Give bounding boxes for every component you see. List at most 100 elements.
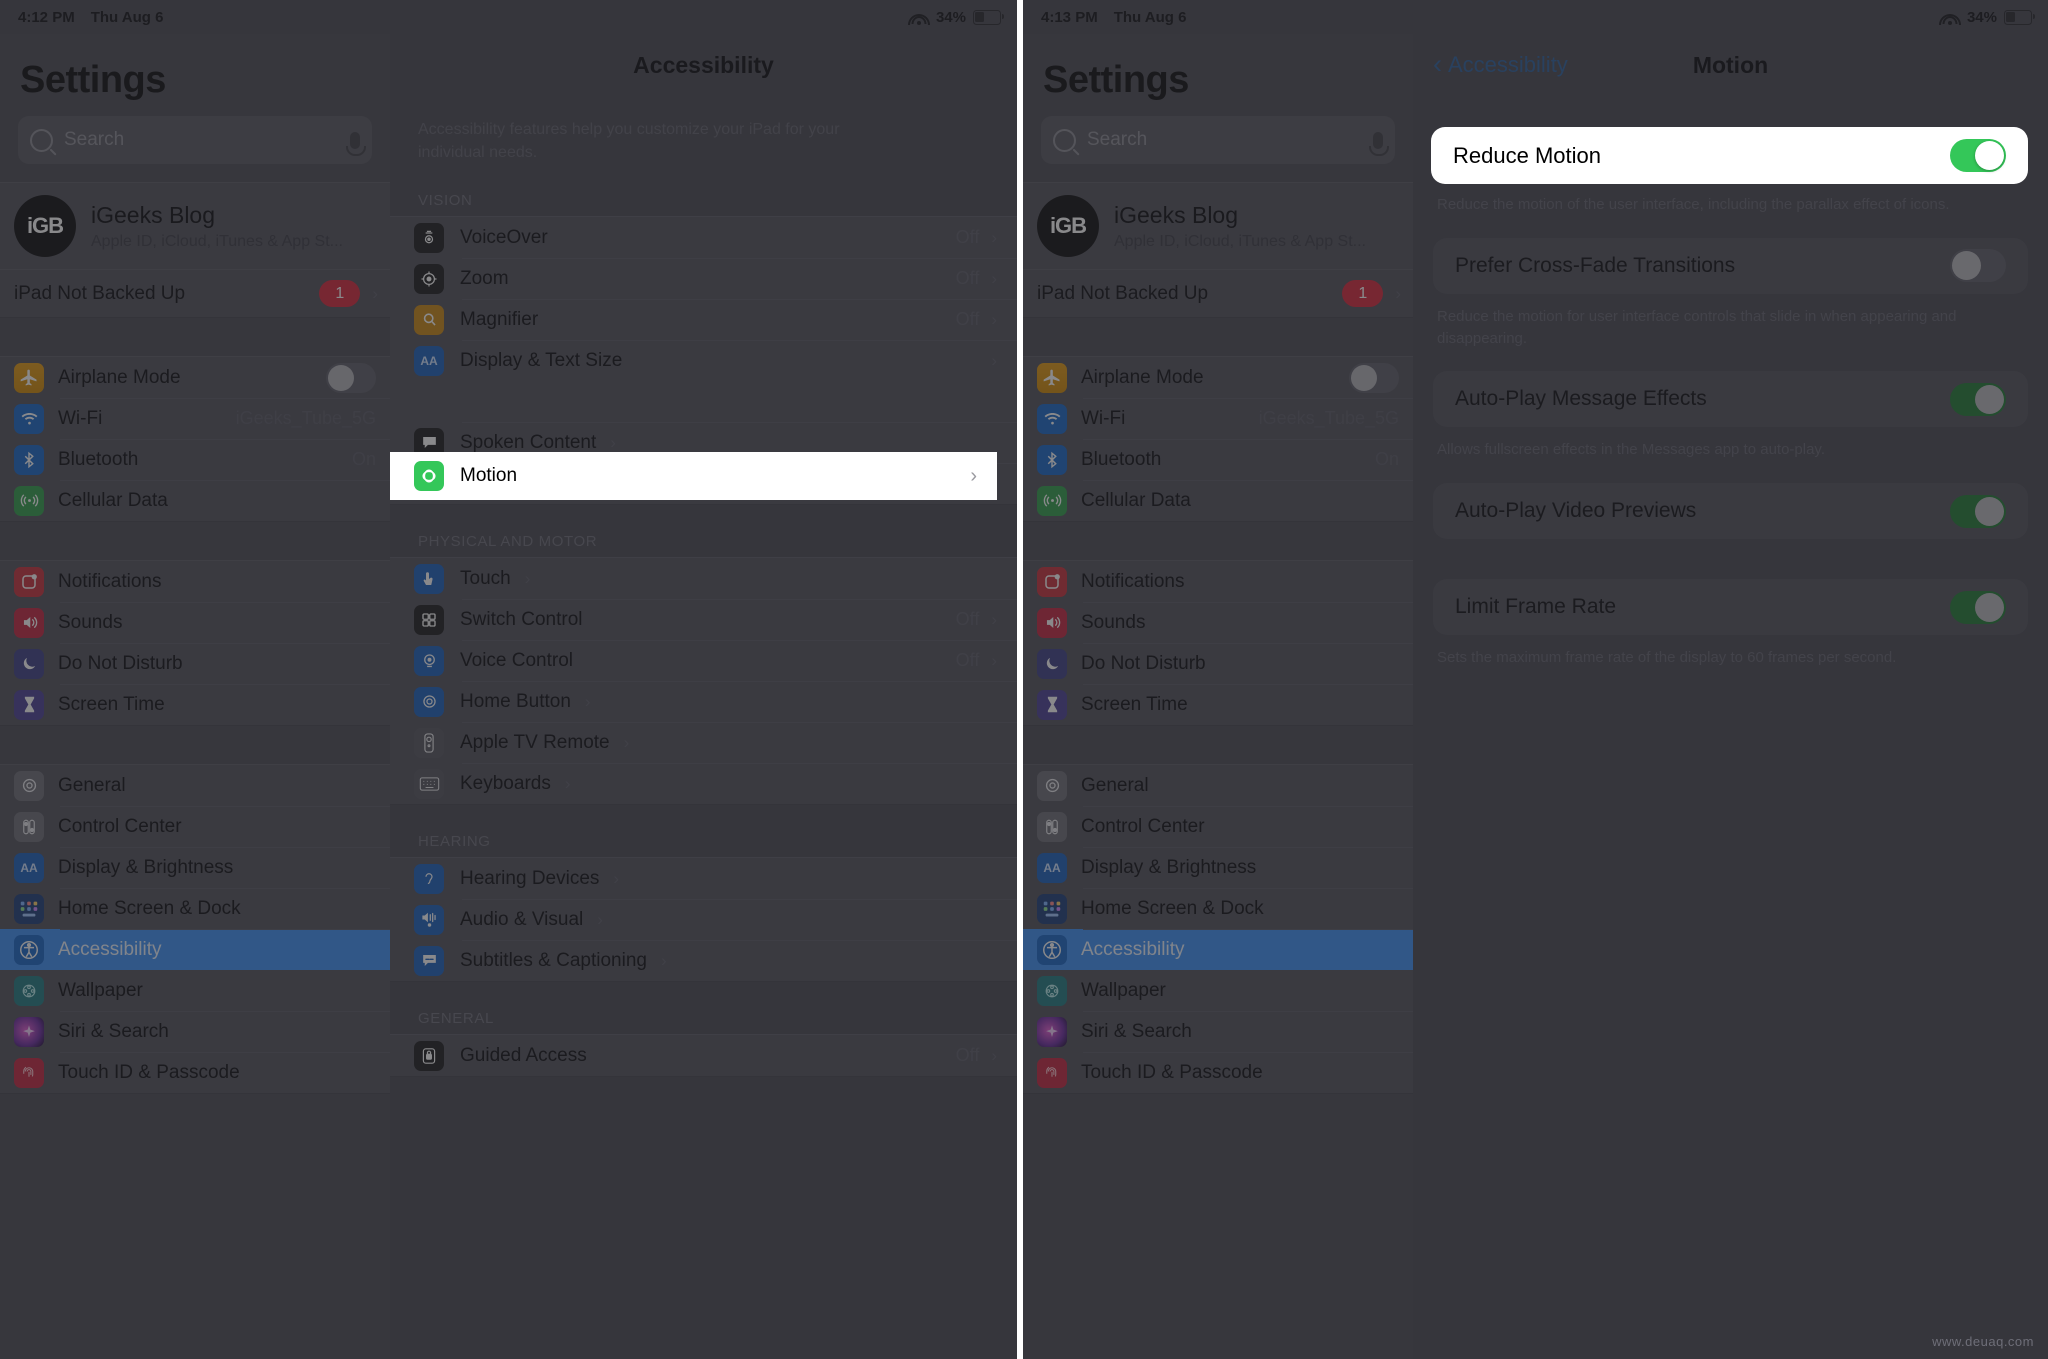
sidebar-item-home-screen-dock[interactable]: Home Screen & Dock xyxy=(0,888,390,929)
highlighted-row-motion[interactable]: Motion › xyxy=(390,452,997,500)
row-touch[interactable]: Touch › xyxy=(390,558,1017,599)
status-bar-right: 4:13 PM Thu Aug 6 34% xyxy=(1023,0,2048,34)
sidebar-item-label: Bluetooth xyxy=(58,448,139,470)
sidebar-item-display-brightness[interactable]: AA Display & Brightness xyxy=(1023,847,1413,888)
row-zoom[interactable]: Zoom Off › xyxy=(390,258,1017,299)
sidebar-item-label: Notifications xyxy=(58,570,162,592)
sidebar-item-do-not-disturb[interactable]: Do Not Disturb xyxy=(0,643,390,684)
sidebar-item-accessibility[interactable]: Accessibility xyxy=(0,929,390,970)
row-switch-control[interactable]: Switch Control Off › xyxy=(390,599,1017,640)
sidebar-item-sounds[interactable]: Sounds xyxy=(0,602,390,643)
sidebar-item-general[interactable]: General xyxy=(0,765,390,806)
sidebar-item-screen-time[interactable]: Screen Time xyxy=(0,684,390,725)
sidebar-item-control-center[interactable]: Control Center xyxy=(0,806,390,847)
sidebar-item-cellular-data[interactable]: Cellular Data xyxy=(1023,480,1413,521)
row-keyboards[interactable]: Keyboards › xyxy=(390,763,1017,804)
sidebar-item-wifi[interactable]: Wi-Fi iGeeks_Tube_5G xyxy=(1023,398,1413,439)
sidebar-item-wallpaper[interactable]: Wallpaper xyxy=(0,970,390,1011)
sidebar-item-airplane-mode[interactable]: Airplane Mode xyxy=(1023,357,1413,398)
display-text-icon: AA xyxy=(14,852,44,883)
sidebar-item-wallpaper[interactable]: Wallpaper xyxy=(1023,970,1413,1011)
apple-id-account-row[interactable]: iGB iGeeks Blog Apple ID, iCloud, iTunes… xyxy=(0,182,390,269)
row-voice-control[interactable]: Voice Control Off › xyxy=(390,640,1017,681)
auto-play-message-effects-toggle[interactable] xyxy=(1950,382,2006,416)
reduce-motion-toggle[interactable] xyxy=(1950,139,2006,172)
sidebar-item-label: Wallpaper xyxy=(58,979,143,1001)
zoom-icon xyxy=(414,263,444,294)
airplane-mode-toggle[interactable] xyxy=(326,362,376,393)
microphone-icon[interactable] xyxy=(346,131,366,156)
sidebar-item-do-not-disturb[interactable]: Do Not Disturb xyxy=(1023,643,1413,684)
audio-visual-icon xyxy=(414,904,444,935)
sidebar-item-label: Airplane Mode xyxy=(58,366,181,388)
chevron-right-icon: › xyxy=(991,650,997,670)
row-home-button[interactable]: Home Button › xyxy=(390,681,1017,722)
sidebar-item-label: Airplane Mode xyxy=(1081,366,1204,388)
row-apple-tv-remote[interactable]: Apple TV Remote › xyxy=(390,722,1017,763)
auto-play-video-previews-toggle[interactable] xyxy=(1950,494,2006,528)
prefer-cross-fade-row[interactable]: Prefer Cross-Fade Transitions xyxy=(1433,238,2028,294)
search-input[interactable]: Search xyxy=(18,116,372,164)
search-input[interactable]: Search xyxy=(1041,116,1395,164)
sidebar-item-general[interactable]: General xyxy=(1023,765,1413,806)
row-display-text-size[interactable]: AA Display & Text Size › xyxy=(390,340,1017,381)
sidebar-item-sounds[interactable]: Sounds xyxy=(1023,602,1413,643)
back-button[interactable]: ‹ Accessibility xyxy=(1433,48,1568,79)
sidebar-item-touch-id-passcode[interactable]: Touch ID & Passcode xyxy=(1023,1052,1413,1093)
row-label: Home Button xyxy=(460,690,571,712)
ipad-backup-row[interactable]: iPad Not Backed Up 1 › xyxy=(0,269,390,318)
sidebar-item-label: Do Not Disturb xyxy=(1081,652,1206,674)
home-button-icon xyxy=(414,686,444,717)
switch-control-icon xyxy=(414,604,444,635)
sidebar-item-siri-search[interactable]: Siri & Search xyxy=(0,1011,390,1052)
airplane-mode-toggle[interactable] xyxy=(1349,362,1399,393)
sidebar-item-wifi[interactable]: Wi-Fi iGeeks_Tube_5G xyxy=(0,398,390,439)
sidebar-item-notifications[interactable]: Notifications xyxy=(1023,561,1413,602)
sidebar-item-home-screen-dock[interactable]: Home Screen & Dock xyxy=(1023,888,1413,929)
battery-icon xyxy=(2004,9,2035,25)
row-audio-visual[interactable]: Audio & Visual › xyxy=(390,899,1017,940)
watermark: www.deuaq.com xyxy=(1932,1334,2034,1349)
ipad-backup-row[interactable]: iPad Not Backed Up 1 › xyxy=(1023,269,1413,318)
sidebar-item-bluetooth[interactable]: Bluetooth On xyxy=(1023,439,1413,480)
sidebar-item-touch-id-passcode[interactable]: Touch ID & Passcode xyxy=(0,1052,390,1093)
hourglass-icon xyxy=(14,689,44,720)
row-hearing-devices[interactable]: Hearing Devices › xyxy=(390,858,1017,899)
chevron-right-icon: › xyxy=(991,309,997,329)
back-label: Accessibility xyxy=(1448,52,1568,77)
sidebar-item-control-center[interactable]: Control Center xyxy=(1023,806,1413,847)
row-label: Auto-Play Video Previews xyxy=(1455,499,1697,522)
sidebar-item-accessibility[interactable]: Accessibility xyxy=(1023,929,1413,970)
sidebar-item-label: Control Center xyxy=(58,815,182,837)
sidebar-item-cellular-data[interactable]: Cellular Data xyxy=(0,480,390,521)
row-label: Spoken Content xyxy=(460,431,597,453)
row-subtitles-captioning[interactable]: Subtitles & Captioning › xyxy=(390,940,1017,981)
prefer-cross-fade-toggle[interactable] xyxy=(1950,249,2006,283)
chevron-right-icon: › xyxy=(991,268,997,288)
apple-tv-remote-icon xyxy=(414,727,444,758)
row-voiceover[interactable]: VoiceOver Off › xyxy=(390,217,1017,258)
highlighted-reduce-motion-card[interactable]: Reduce Motion xyxy=(1431,127,2028,184)
auto-play-video-previews-row[interactable]: Auto-Play Video Previews xyxy=(1433,483,2028,539)
sidebar-item-display-brightness[interactable]: AA Display & Brightness xyxy=(0,847,390,888)
limit-frame-rate-row[interactable]: Limit Frame Rate xyxy=(1433,579,2028,635)
wifi-icon xyxy=(907,10,930,25)
settings-sidebar: Settings Search iGB iGeeks Blog Apple ID… xyxy=(1023,34,1413,1359)
chevron-left-icon: ‹ xyxy=(1433,48,1442,79)
apple-id-account-row[interactable]: iGB iGeeks Blog Apple ID, iCloud, iTunes… xyxy=(1023,182,1413,269)
sidebar-item-notifications[interactable]: Notifications xyxy=(0,561,390,602)
nav-title: Motion xyxy=(1692,51,1769,78)
sidebar-item-label: Control Center xyxy=(1081,815,1205,837)
sidebar-item-siri-search[interactable]: Siri & Search xyxy=(1023,1011,1413,1052)
status-battery-percent: 34% xyxy=(935,8,966,26)
gear-icon xyxy=(14,770,44,801)
sidebar-item-bluetooth[interactable]: Bluetooth On xyxy=(0,439,390,480)
limit-frame-rate-toggle[interactable] xyxy=(1950,590,2006,624)
moon-icon xyxy=(14,648,44,679)
row-guided-access[interactable]: Guided Access Off › xyxy=(390,1035,1017,1076)
microphone-icon[interactable] xyxy=(1369,131,1389,156)
auto-play-message-effects-row[interactable]: Auto-Play Message Effects xyxy=(1433,371,2028,427)
sidebar-item-airplane-mode[interactable]: Airplane Mode xyxy=(0,357,390,398)
sidebar-item-screen-time[interactable]: Screen Time xyxy=(1023,684,1413,725)
row-magnifier[interactable]: Magnifier Off › xyxy=(390,299,1017,340)
